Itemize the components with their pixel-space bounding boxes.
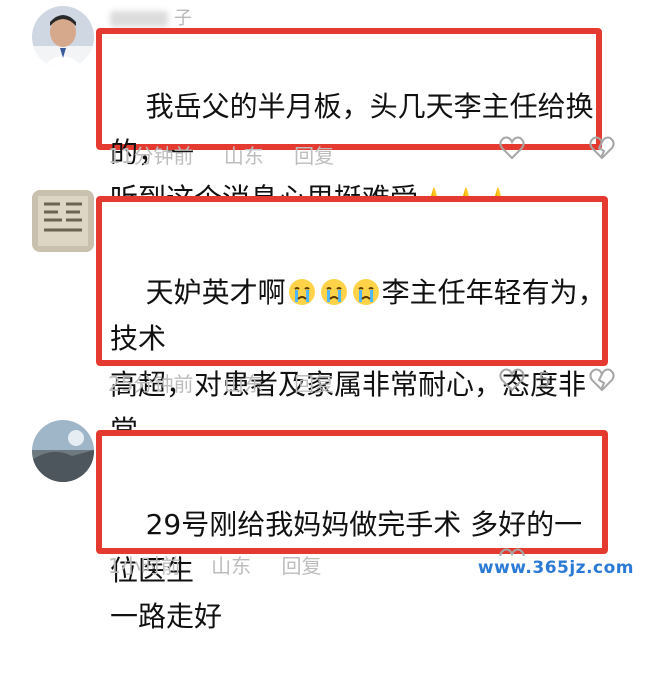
like-count: 5 [538, 368, 551, 392]
comment-meta: 25分钟前 山东 回复 [108, 368, 358, 397]
reply-button[interactable]: 回复 [294, 144, 334, 168]
crying-emoji [286, 276, 318, 309]
username[interactable]: 子 [110, 4, 192, 30]
location: 山东 [211, 554, 252, 578]
comment-meta: 11分钟前 山东 回复 [108, 140, 358, 169]
broken-heart-icon [589, 136, 615, 160]
crying-emoji [318, 276, 350, 309]
like-button[interactable] [498, 134, 538, 162]
timestamp: 11分钟前 [108, 144, 194, 168]
avatar[interactable] [32, 420, 94, 482]
comment-meta: 1小时前 山东 回复 [108, 550, 345, 579]
heart-icon [499, 136, 525, 160]
like-button[interactable]: 5 [498, 366, 551, 394]
watermark: www.365jz.com [469, 556, 642, 580]
timestamp: 25分钟前 [108, 372, 194, 396]
timestamp: 1小时前 [108, 554, 181, 578]
location: 山东 [223, 372, 264, 396]
heart-icon [499, 368, 525, 392]
reply-button[interactable]: 回复 [294, 372, 334, 396]
avatar[interactable] [32, 190, 94, 252]
reply-button[interactable]: 回复 [281, 554, 321, 578]
broken-heart-icon [589, 368, 615, 392]
crying-emoji [350, 276, 382, 309]
dislike-button[interactable] [588, 366, 616, 398]
avatar[interactable] [32, 6, 94, 68]
dislike-button[interactable] [588, 134, 616, 166]
location: 山东 [223, 144, 264, 168]
